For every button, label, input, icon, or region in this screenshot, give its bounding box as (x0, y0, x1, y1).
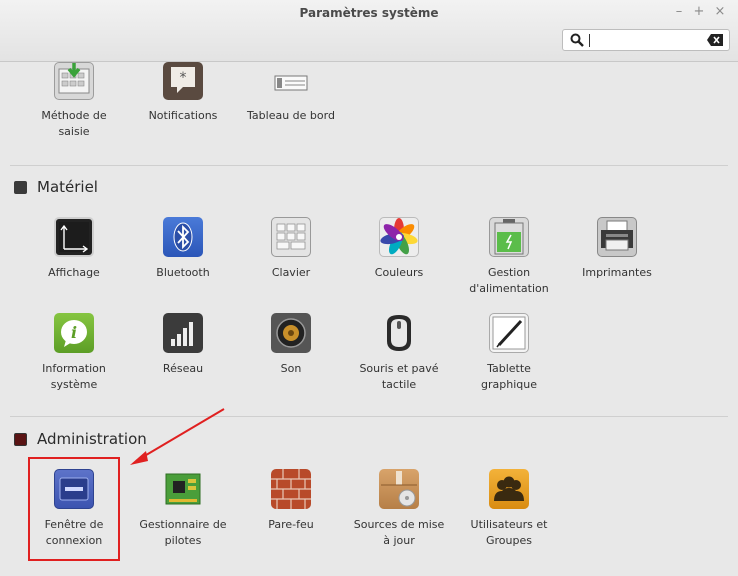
panel-icon (271, 62, 311, 100)
item-keyboard[interactable]: Clavier (237, 217, 345, 281)
item-label: Tablette graphique (481, 362, 537, 391)
mouse-icon (379, 313, 419, 353)
users-icon (489, 469, 529, 509)
admin-section-icon (14, 432, 27, 446)
item-label: Bluetooth (156, 266, 210, 279)
speaker-icon (271, 313, 311, 353)
item-label: Affichage (48, 266, 100, 279)
item-label: Réseau (162, 362, 204, 375)
text-caret (589, 34, 590, 47)
svg-text:i: i (71, 323, 77, 342)
item-printers[interactable]: Imprimantes (563, 217, 671, 281)
svg-text:*: * (180, 70, 187, 86)
title-bar: Paramètres système – + × (0, 0, 738, 62)
tablet-icon (489, 313, 529, 353)
item-panel[interactable]: Tableau de bord (237, 62, 345, 124)
bluetooth-icon (163, 217, 203, 257)
item-label: Notifications (148, 109, 218, 122)
item-notifications[interactable]: * Notifications (129, 62, 237, 124)
item-input-method[interactable]: Méthode de saisie (20, 62, 128, 140)
item-power[interactable]: Gestion d'alimentation (455, 217, 563, 297)
section-title-text: Matériel (37, 178, 98, 196)
firewall-icon (271, 469, 311, 509)
item-label: Information système (42, 362, 106, 391)
hardware-section-icon (14, 180, 27, 194)
annotation-arrow (130, 408, 225, 465)
item-label: Pare-feu (268, 518, 314, 531)
item-mouse[interactable]: Souris et pavé tactile (345, 313, 453, 393)
item-label: Tableau de bord (247, 109, 335, 122)
driver-board-icon (163, 469, 203, 509)
search-icon (570, 33, 584, 47)
network-bars-icon (163, 313, 203, 353)
maximize-button[interactable]: + (692, 4, 706, 19)
package-icon (379, 469, 419, 509)
item-label: Sources de mise à jour (353, 518, 445, 547)
item-label: Imprimantes (582, 266, 652, 279)
item-sound[interactable]: Son (237, 313, 345, 377)
item-users-groups[interactable]: Utilisateurs et Groupes (455, 469, 563, 549)
display-icon (54, 217, 94, 257)
item-firewall[interactable]: Pare-feu (237, 469, 345, 533)
item-drivers[interactable]: Gestionnaire de pilotes (129, 469, 237, 549)
search-input[interactable] (562, 29, 730, 51)
item-network[interactable]: Réseau (129, 313, 237, 377)
item-label: Couleurs (374, 266, 424, 279)
section-title-materiel: Matériel (14, 178, 98, 196)
minimize-button[interactable]: – (672, 4, 686, 19)
keyboard-arrow-icon (54, 62, 94, 100)
window-title: Paramètres système (299, 6, 439, 20)
item-label: Utilisateurs et Groupes (470, 518, 548, 547)
color-wheel-icon (379, 217, 419, 257)
settings-content: Méthode de saisie * Notifications Tablea… (0, 62, 738, 576)
item-system-info[interactable]: i Information système (20, 313, 128, 393)
item-label: Gestionnaire de pilotes (139, 518, 227, 547)
info-icon: i (54, 313, 94, 353)
item-label: Son (280, 362, 302, 375)
battery-icon (489, 217, 529, 257)
item-label: Clavier (271, 266, 311, 279)
item-label: Méthode de saisie (41, 109, 107, 138)
section-title-administration: Administration (14, 430, 147, 448)
section-divider (10, 416, 728, 417)
keyboard-icon (271, 217, 311, 257)
printer-icon (597, 217, 637, 257)
notification-icon: * (163, 62, 203, 100)
item-label: Souris et pavé tactile (359, 362, 439, 391)
close-button[interactable]: × (713, 4, 727, 19)
item-bluetooth[interactable]: Bluetooth (129, 217, 237, 281)
section-divider (10, 165, 728, 166)
item-colors[interactable]: Couleurs (345, 217, 453, 281)
item-display[interactable]: Affichage (20, 217, 128, 281)
item-label: Gestion d'alimentation (469, 266, 549, 295)
clear-search-icon[interactable] (707, 34, 723, 46)
item-tablet[interactable]: Tablette graphique (455, 313, 563, 393)
highlight-box (28, 457, 120, 561)
item-software-sources[interactable]: Sources de mise à jour (345, 469, 453, 549)
